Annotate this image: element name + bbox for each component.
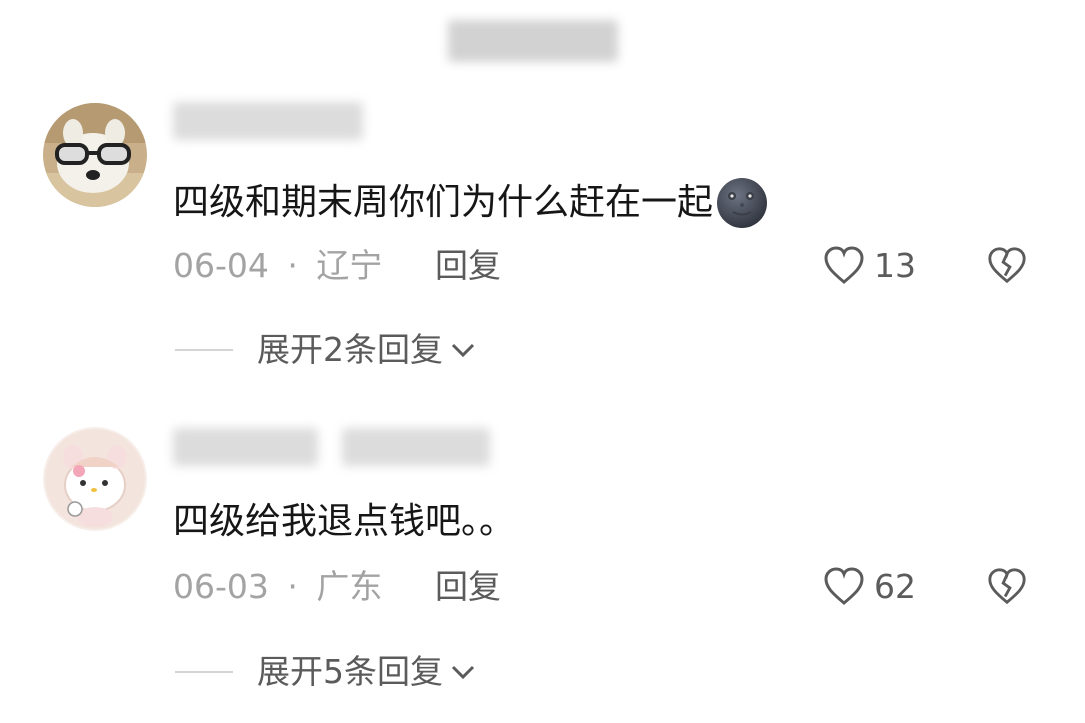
dislike-button[interactable]: [986, 245, 1028, 291]
like-button[interactable]: 62: [822, 565, 916, 609]
comment-meta: 06-03 · 广东: [173, 567, 382, 607]
redacted-username[interactable]: [173, 102, 363, 140]
avatar[interactable]: [43, 427, 147, 531]
comment-date: 06-03: [173, 567, 269, 606]
like-button[interactable]: 13: [822, 244, 916, 288]
dog-avatar-icon: [43, 103, 147, 207]
comment-text: 四级给我退点钱吧。。: [173, 501, 516, 542]
chevron-down-icon: [451, 343, 475, 358]
redacted-header: [448, 20, 618, 62]
hello-kitty-avatar-icon: [43, 427, 147, 531]
comment-location: 广东: [316, 567, 383, 606]
reply-button[interactable]: 回复: [435, 246, 501, 286]
comment-location: 辽宁: [316, 246, 383, 285]
expand-replies-button[interactable]: 展开2条回复: [175, 330, 477, 370]
redacted-username[interactable]: [173, 428, 318, 466]
meta-separator: ·: [287, 246, 298, 285]
comment-date: 06-04: [173, 246, 269, 285]
chevron-down-icon: [451, 665, 475, 680]
broken-heart-icon: [988, 568, 1026, 605]
reply-button[interactable]: 回复: [435, 567, 501, 607]
expand-replies-button[interactable]: 展开5条回复: [175, 652, 477, 692]
divider: [175, 671, 233, 673]
like-count: 62: [874, 567, 916, 606]
avatar[interactable]: [43, 103, 147, 207]
meta-separator: ·: [287, 567, 298, 606]
comment-list-screen: 四级和期末周你们为什么赶在一起 06-04 · 辽宁 回复 13 展开2条回复 …: [0, 0, 1085, 723]
new-moon-face-icon: [717, 178, 768, 228]
expand-replies-label: 展开5条回复: [257, 652, 443, 691]
redacted-username-part: [342, 428, 490, 466]
heart-outline-icon: [824, 246, 864, 284]
dislike-button[interactable]: [986, 566, 1028, 612]
heart-outline-icon: [824, 567, 864, 605]
broken-heart-icon: [988, 247, 1026, 284]
expand-replies-label: 展开2条回复: [257, 330, 443, 369]
comment-text: 四级和期末周你们为什么赶在一起: [173, 176, 769, 230]
comment-meta: 06-04 · 辽宁: [173, 246, 382, 286]
like-count: 13: [874, 246, 916, 285]
divider: [175, 349, 233, 351]
